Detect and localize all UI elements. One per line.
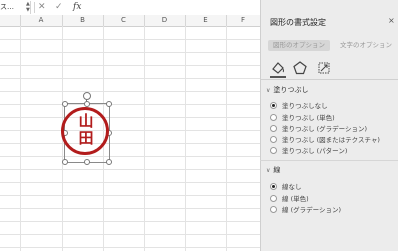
column-header-d[interactable]: D	[144, 15, 186, 26]
column-header-b[interactable]: B	[62, 15, 104, 26]
line-option-gradient[interactable]: 線 (グラデーション)	[270, 204, 341, 214]
tab-text-options[interactable]: 文字のオプション	[340, 40, 398, 51]
radio-label: 塗りつぶし (単色)	[282, 114, 335, 122]
radio-label: 線 (グラデーション)	[282, 206, 342, 214]
column-headers: A B C D E F	[0, 15, 260, 27]
gridline	[0, 78, 260, 79]
resize-handle-bottom-right[interactable]	[106, 159, 112, 165]
gridline	[0, 247, 260, 248]
gridline	[0, 39, 260, 40]
gridline	[0, 208, 260, 209]
panel-divider	[260, 79, 398, 80]
line-option-solid[interactable]: 線 (単色)	[270, 193, 309, 203]
gridline	[185, 26, 186, 251]
gridline	[0, 130, 260, 131]
fill-option-picture-texture[interactable]: 塗りつぶし (図またはテクスチャ)	[270, 134, 380, 144]
fill-option-none[interactable]: 塗りつぶしなし	[270, 100, 328, 110]
column-header-c[interactable]: C	[103, 15, 145, 26]
gridline	[20, 26, 21, 251]
spreadsheet-grid[interactable]: A B C D E F	[0, 15, 260, 251]
resize-handle-top-right[interactable]	[106, 101, 112, 107]
radio-button[interactable]	[270, 206, 277, 213]
insert-function-icon[interactable]: fx	[73, 0, 81, 14]
gridline	[0, 143, 260, 144]
resize-handle-bottom-left[interactable]	[62, 159, 68, 165]
name-box-stepper-icon[interactable]: ▲ ▼	[26, 1, 30, 13]
gridline	[0, 195, 260, 196]
corner-cell[interactable]	[0, 15, 21, 26]
stamp-text-line-2: 田	[78, 129, 94, 147]
gridline	[0, 182, 260, 183]
close-icon[interactable]: ×	[388, 16, 395, 25]
radio-button[interactable]	[270, 136, 277, 143]
line-section-header[interactable]: ∨ 線	[266, 165, 280, 175]
radio-button[interactable]	[270, 147, 277, 154]
radio-label: 塗りつぶし (グラデーション)	[282, 125, 368, 133]
gridline	[0, 234, 260, 235]
gridline	[144, 26, 145, 251]
rotate-handle[interactable]	[83, 92, 91, 100]
radio-label: 線 (単色)	[282, 195, 309, 203]
radio-label: 塗りつぶし (図またはテクスチャ)	[282, 136, 380, 144]
radio-button[interactable]	[270, 195, 277, 202]
resize-handle-bottom[interactable]	[84, 159, 90, 165]
gridline	[0, 52, 260, 53]
fill-option-gradient[interactable]: 塗りつぶし (グラデーション)	[270, 123, 367, 133]
tab-shape-options[interactable]: 図形のオプション	[268, 40, 330, 51]
effects-pentagon-icon[interactable]	[292, 60, 308, 76]
fill-option-pattern[interactable]: 塗りつぶし (パターン)	[270, 145, 347, 155]
gridline	[0, 65, 260, 66]
gridline	[0, 221, 260, 222]
radio-button[interactable]	[270, 183, 277, 190]
column-header-a[interactable]: A	[20, 15, 63, 26]
stamp-text-line-1: 山	[78, 112, 94, 130]
radio-label: 塗りつぶしなし	[282, 102, 328, 110]
enter-icon[interactable]: ✓	[55, 1, 63, 14]
fill-line-icon[interactable]	[270, 60, 286, 78]
line-option-none[interactable]: 線なし	[270, 181, 302, 191]
fill-section-title: 塗りつぶし	[273, 86, 309, 94]
gridline	[0, 91, 260, 92]
cancel-icon[interactable]: ✕	[38, 1, 46, 14]
chevron-down-icon: ∨	[266, 167, 271, 174]
column-header-f[interactable]: F	[226, 15, 260, 26]
column-header-e[interactable]: E	[185, 15, 227, 26]
resize-handle-top-left[interactable]	[62, 101, 68, 107]
radio-label: 塗りつぶし (パターン)	[282, 147, 348, 155]
gridline	[0, 169, 260, 170]
line-section-title: 線	[273, 166, 281, 174]
fill-option-solid[interactable]: 塗りつぶし (単色)	[270, 112, 335, 122]
radio-button[interactable]	[270, 102, 277, 109]
radio-button[interactable]	[270, 125, 277, 132]
gridline	[0, 104, 260, 105]
chevron-down-icon: ∨	[266, 87, 271, 94]
formula-bar: ス… ▲ ▼ ✕ ✓ fx	[0, 0, 260, 16]
gridline	[0, 117, 260, 118]
gridline	[0, 156, 260, 157]
section-divider	[260, 160, 398, 161]
size-properties-icon[interactable]	[316, 60, 332, 76]
panel-title: 図形の書式設定	[270, 18, 326, 27]
stamp-text[interactable]: 山 田	[73, 113, 99, 147]
fill-section-header[interactable]: ∨ 塗りつぶし	[266, 85, 308, 95]
gridline	[226, 26, 227, 251]
radio-label: 線なし	[282, 183, 302, 191]
radio-button[interactable]	[270, 114, 277, 121]
formula-bar-divider	[34, 2, 35, 13]
